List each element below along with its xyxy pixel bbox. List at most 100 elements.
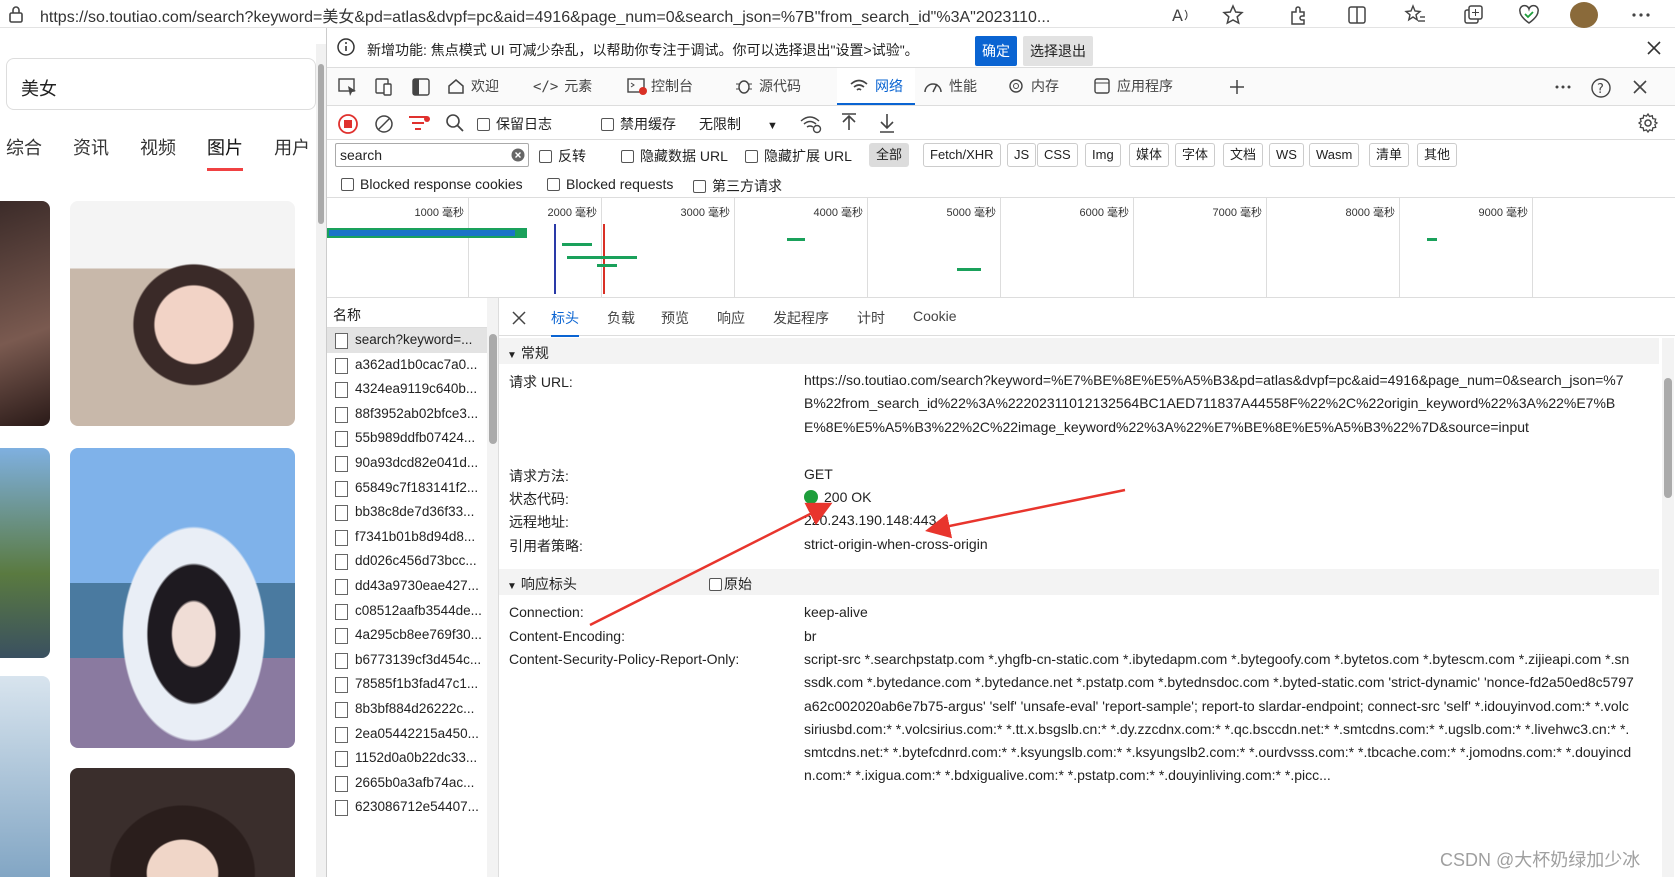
type-filter-ws[interactable]: WS <box>1269 143 1304 167</box>
scrollbar-thumb[interactable] <box>1664 378 1672 498</box>
request-row[interactable]: 55b989ddfb07424... <box>327 426 487 451</box>
blocked-cookies-checkbox[interactable]: Blocked response cookies <box>341 176 523 192</box>
tab-sources[interactable]: 源代码 <box>735 68 801 105</box>
request-row[interactable]: 1152d0a0b22dc33... <box>327 746 487 771</box>
favorites-list-icon[interactable] <box>1404 4 1426 26</box>
request-row[interactable]: f7341b01b8d94d8... <box>327 525 487 550</box>
more-tools-icon[interactable] <box>1553 77 1573 97</box>
detail-tab-preview[interactable]: 预览 <box>661 308 689 328</box>
confirm-button[interactable]: 确定 <box>975 36 1017 66</box>
more-menu-icon[interactable] <box>1630 4 1652 26</box>
category-tab[interactable]: 用户 <box>274 134 310 160</box>
blocked-requests-checkbox[interactable]: Blocked requests <box>547 176 673 192</box>
disable-cache-checkbox[interactable]: 禁用缓存 <box>601 114 676 134</box>
search-input[interactable]: 美女 <box>6 58 316 110</box>
favorite-star-icon[interactable] <box>1222 4 1244 26</box>
search-icon[interactable] <box>445 113 465 133</box>
add-tab-icon[interactable] <box>1227 77 1247 97</box>
request-row[interactable]: 65849c7f183141f2... <box>327 476 487 501</box>
request-row[interactable]: 2665b0a3afb74ac... <box>327 771 487 796</box>
type-filter-other[interactable]: 其他 <box>1417 143 1458 167</box>
scrollbar-thumb[interactable] <box>489 334 497 444</box>
profile-avatar[interactable] <box>1570 2 1598 28</box>
network-conditions-icon[interactable] <box>799 113 823 135</box>
tab-application[interactable]: 应用程序 <box>1093 68 1173 105</box>
opt-out-button[interactable]: 选择退出 <box>1023 36 1093 66</box>
detail-tab-headers[interactable]: 标头 <box>551 308 579 337</box>
image-thumbnail[interactable] <box>0 201 50 426</box>
raw-checkbox[interactable]: 原始 <box>709 574 752 594</box>
tab-elements[interactable]: </> 元素 <box>533 68 592 105</box>
image-thumbnail[interactable] <box>0 676 50 877</box>
third-party-checkbox[interactable]: 第三方请求 <box>693 176 782 196</box>
request-list-scrollbar[interactable] <box>487 298 499 877</box>
browser-essentials-icon[interactable] <box>1518 4 1540 26</box>
name-column-header[interactable]: 名称 <box>327 298 497 328</box>
clear-icon[interactable] <box>373 113 395 135</box>
type-filter-font[interactable]: 字体 <box>1175 143 1216 167</box>
settings-gear-icon[interactable] <box>1637 112 1659 134</box>
image-thumbnail[interactable] <box>70 448 295 748</box>
detail-tab-timing[interactable]: 计时 <box>857 308 885 328</box>
detail-tab-payload[interactable]: 负载 <box>607 308 635 328</box>
request-row[interactable]: 90a93dcd82e041d... <box>327 451 487 476</box>
filter-input[interactable]: search <box>335 143 529 167</box>
type-filter-doc[interactable]: 文档 <box>1223 143 1264 167</box>
image-thumbnail[interactable] <box>0 448 50 658</box>
filter-icon[interactable] <box>407 113 431 135</box>
hide-data-urls-checkbox[interactable]: 隐藏数据 URL <box>621 146 728 166</box>
type-filter-manifest[interactable]: 清单 <box>1369 143 1410 167</box>
checkbox[interactable] <box>539 150 552 163</box>
category-tab-active[interactable]: 图片 <box>207 134 244 171</box>
checkbox[interactable] <box>341 178 354 191</box>
import-har-icon[interactable] <box>839 112 859 134</box>
invert-checkbox[interactable]: 反转 <box>539 146 586 166</box>
request-row[interactable]: 623086712e54407... <box>327 795 487 820</box>
close-icon[interactable] <box>1645 39 1663 57</box>
extensions-icon[interactable] <box>1288 4 1310 26</box>
detail-tab-initiator[interactable]: 发起程序 <box>773 308 829 328</box>
type-filter-all[interactable]: 全部 <box>869 143 910 167</box>
checkbox[interactable] <box>477 118 490 131</box>
page-scrollbar[interactable] <box>316 44 326 877</box>
request-row[interactable]: c08512aafb3544de... <box>327 599 487 624</box>
request-row[interactable]: dd43a9730eae427... <box>327 574 487 599</box>
category-tab[interactable]: 综合 <box>6 134 42 160</box>
request-row[interactable]: 8b3bf884d26222c... <box>327 697 487 722</box>
type-filter-js[interactable]: JS <box>1007 143 1037 167</box>
request-row[interactable]: dd026c456d73bcc... <box>327 549 487 574</box>
request-row[interactable]: bb38c8de7d36f33... <box>327 500 487 525</box>
inspect-icon[interactable] <box>337 77 359 97</box>
type-filter-css[interactable]: CSS <box>1037 143 1078 167</box>
clear-filter-icon[interactable] <box>511 148 525 162</box>
request-row[interactable]: 88f3952ab02bfce3... <box>327 402 487 427</box>
request-row[interactable]: 4324ea9119c640b... <box>327 377 487 402</box>
request-row[interactable]: 78585f1b3fad47c1... <box>327 672 487 697</box>
checkbox[interactable] <box>693 180 706 193</box>
tab-console[interactable]: 控制台 <box>627 68 693 105</box>
scrollbar-thumb[interactable] <box>318 64 324 224</box>
tab-network[interactable]: 网络 <box>837 68 915 105</box>
url-text[interactable]: https://so.toutiao.com/search?keyword=美女… <box>40 3 1160 27</box>
image-thumbnail[interactable] <box>70 201 295 426</box>
request-row[interactable]: 2ea05442215a450... <box>327 722 487 747</box>
detail-tab-response[interactable]: 响应 <box>717 308 745 328</box>
general-section-header[interactable]: ▼ 常规 <box>499 338 1659 364</box>
category-tab[interactable]: 视频 <box>140 134 176 160</box>
export-har-icon[interactable] <box>877 112 897 134</box>
detail-scrollbar[interactable] <box>1662 338 1674 877</box>
collections-icon[interactable] <box>1462 4 1484 26</box>
checkbox[interactable] <box>547 178 560 191</box>
type-filter-fetch[interactable]: Fetch/XHR <box>923 143 1001 167</box>
throttle-select[interactable]: 无限制 ▼ <box>699 114 778 134</box>
record-stop-icon[interactable] <box>337 113 359 135</box>
checkbox[interactable] <box>745 150 758 163</box>
category-tab[interactable]: 资讯 <box>73 134 109 160</box>
lock-icon[interactable] <box>8 5 30 27</box>
network-timeline[interactable]: 1000 毫秒 2000 毫秒 3000 毫秒 4000 毫秒 5000 毫秒 … <box>327 198 1675 298</box>
checkbox[interactable] <box>621 150 634 163</box>
response-headers-section-header[interactable]: ▼ 响应标头 <box>499 569 1659 595</box>
request-row[interactable]: b6773139cf3d454c... <box>327 648 487 673</box>
detail-tab-cookie[interactable]: Cookie <box>913 308 957 324</box>
close-devtools-icon[interactable] <box>1631 78 1649 96</box>
